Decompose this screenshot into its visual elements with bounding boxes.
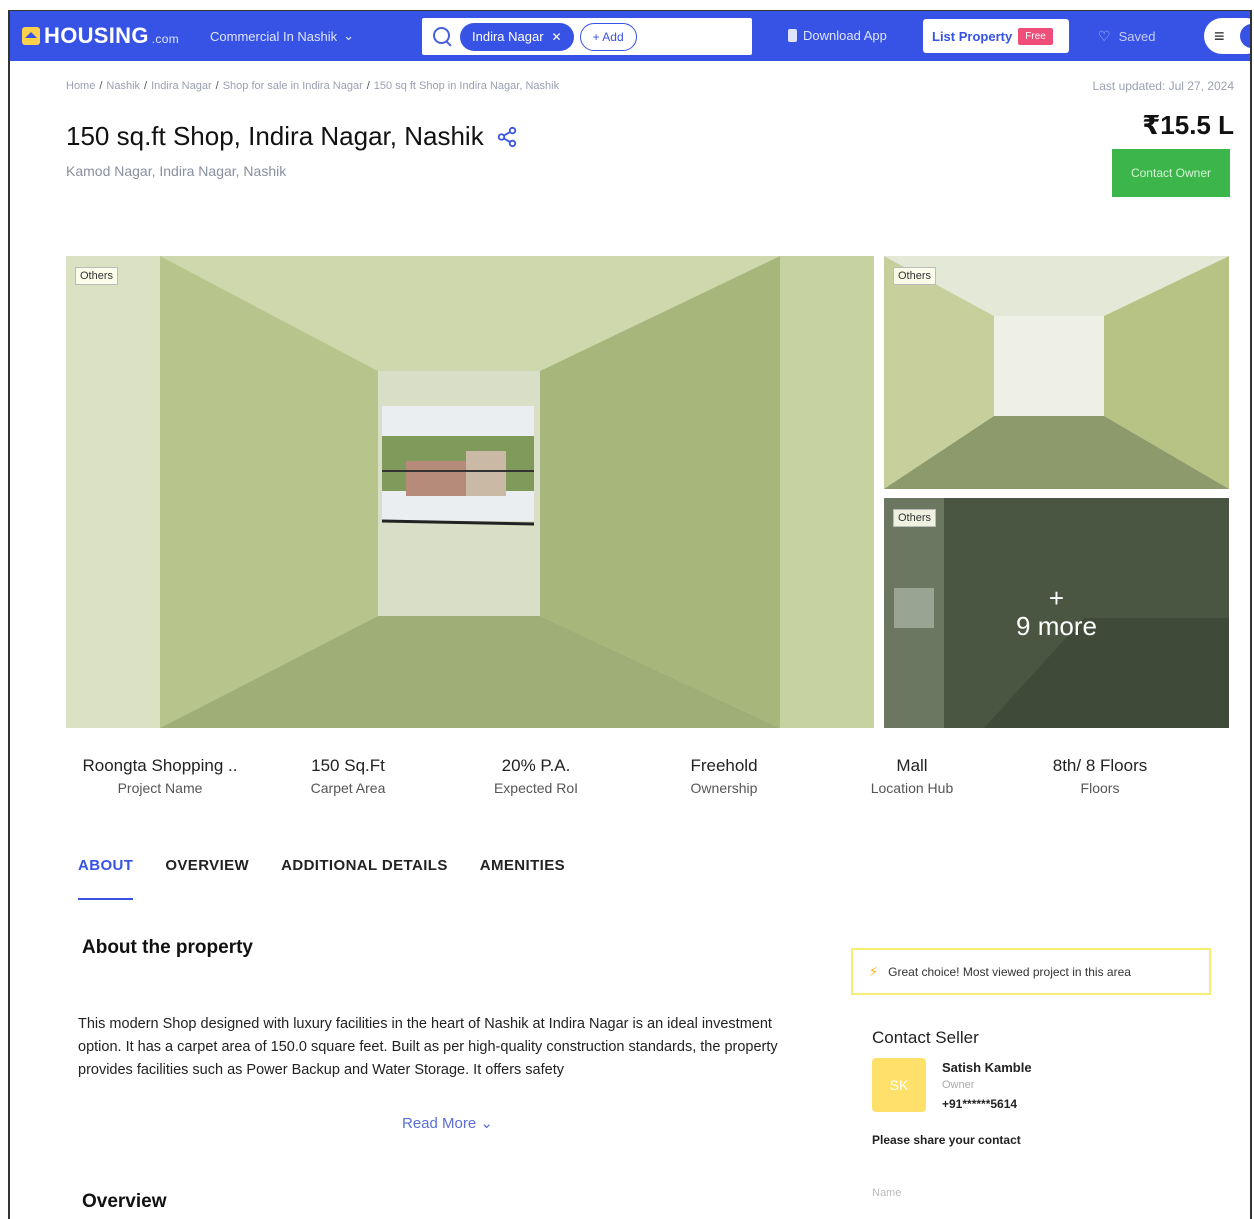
about-description: This modern Shop designed with luxury fa… xyxy=(78,1016,778,1078)
listing-title: 150 sq.ft Shop, Indira Nagar, Nashik xyxy=(66,121,484,151)
about-heading: About the property xyxy=(82,937,253,958)
breadcrumb-city[interactable]: Nashik xyxy=(106,80,140,92)
tab-about[interactable]: ABOUT xyxy=(78,857,134,900)
seller-phone[interactable]: +91******5614 xyxy=(942,1097,1017,1111)
breadcrumb-category[interactable]: Shop for sale in Indira Nagar xyxy=(223,80,363,92)
list-property-button[interactable]: List Property Free xyxy=(923,19,1069,53)
breadcrumb-home[interactable]: Home xyxy=(66,80,95,92)
avatar: SK xyxy=(872,1058,926,1112)
empty-room-photo xyxy=(884,256,1229,489)
stat-value: Mall xyxy=(896,756,928,775)
gallery-thumbnail-1[interactable]: Others xyxy=(884,256,1229,489)
breadcrumb-locality[interactable]: Indira Nagar xyxy=(151,80,212,92)
free-badge: Free xyxy=(1018,27,1053,45)
location-chip-label: Indira Nagar xyxy=(472,29,544,44)
contact-seller-title: Contact Seller xyxy=(872,1028,979,1047)
seller-name: Satish Kamble xyxy=(942,1060,1032,1075)
page-title: 150 sq.ft Shop, Indira Nagar, Nashik xyxy=(66,121,518,152)
city-category-dropdown[interactable]: Commercial In Nashik ⌄ xyxy=(210,28,354,44)
gallery-thumbnail-more[interactable]: Others + 9 more xyxy=(884,498,1229,728)
stat-label: Floors xyxy=(1080,780,1120,796)
stat-label: Expected RoI xyxy=(493,780,579,796)
logo-suffix: .com xyxy=(151,32,179,46)
stat-value: 150 Sq.Ft xyxy=(311,756,385,775)
breadcrumb-current: 150 sq ft Shop in Indira Nagar, Nashik xyxy=(373,80,560,92)
section-tabs: ABOUT OVERVIEW ADDITIONAL DETAILS AMENIT… xyxy=(78,857,565,900)
phone-icon xyxy=(788,29,797,42)
last-updated: Last updated: Jul 27, 2024 xyxy=(1092,79,1234,93)
listing-address: Kamod Nagar, Indira Nagar, Nashik xyxy=(66,163,287,179)
breadcrumb-separator: / xyxy=(366,80,370,92)
city-category-label: Commercial In Nashik xyxy=(210,28,338,44)
stat-project-name: Roongta Shopping .. Project Name xyxy=(66,756,254,796)
gallery-main-photo[interactable]: Others xyxy=(66,256,874,728)
stat-expected-roi: 20% P.A. Expected RoI xyxy=(442,756,630,796)
tab-overview[interactable]: OVERVIEW xyxy=(165,857,249,900)
property-highlights: Roongta Shopping .. Project Name 150 Sq.… xyxy=(66,756,1246,796)
more-photos-count: 9 more xyxy=(1016,610,1097,641)
list-property-label: List Property xyxy=(932,28,1013,44)
photo-category-tag: Others xyxy=(893,267,937,285)
stat-carpet-area: 150 Sq.Ft Carpet Area xyxy=(254,756,442,796)
breadcrumb-separator: / xyxy=(99,80,103,92)
contact-owner-button[interactable]: Contact Owner xyxy=(1112,149,1230,197)
share-icon[interactable] xyxy=(496,126,518,148)
stat-floors: 8th/ 8 Floors Floors xyxy=(1006,756,1194,796)
stat-label: Ownership xyxy=(690,780,758,796)
stat-location-hub: Mall Location Hub xyxy=(818,756,1006,796)
more-photos-overlay[interactable]: + 9 more xyxy=(884,498,1229,728)
housing-logo[interactable]: HOUSING .com xyxy=(22,23,179,49)
stat-ownership: Freehold Ownership xyxy=(630,756,818,796)
share-contact-prompt: Please share your contact xyxy=(872,1133,1021,1147)
saved-label: Saved xyxy=(1118,29,1156,44)
download-app-link[interactable]: Download App xyxy=(788,28,887,43)
listing-price: ₹15.5 L xyxy=(1142,110,1234,140)
add-location-button[interactable]: + Add xyxy=(579,22,637,51)
plus-icon: + xyxy=(1048,582,1065,613)
search-bar[interactable]: Indira Nagar ✕ + Add xyxy=(422,18,752,55)
overview-heading: Overview xyxy=(82,1191,167,1212)
highlight-text: Great choice! Most viewed project in thi… xyxy=(888,964,1131,979)
stat-label: Location Hub xyxy=(870,780,954,796)
seller-role: Owner xyxy=(942,1079,975,1091)
stat-value: Freehold xyxy=(690,756,758,775)
tab-additional-details[interactable]: ADDITIONAL DETAILS xyxy=(281,857,448,900)
photo-category-tag: Others xyxy=(75,267,119,285)
location-chip[interactable]: Indira Nagar ✕ xyxy=(460,22,574,51)
chevron-down-icon: ⌄ xyxy=(343,28,355,43)
tab-amenities[interactable]: AMENITIES xyxy=(480,857,565,900)
stat-label: Project Name xyxy=(117,780,203,796)
house-logo-icon xyxy=(22,27,40,45)
stat-value[interactable]: Roongta Shopping .. xyxy=(66,756,254,776)
breadcrumb-separator: / xyxy=(215,80,219,92)
highlight-banner: ⚡ Great choice! Most viewed project in t… xyxy=(851,948,1211,995)
lightning-icon: ⚡ xyxy=(869,963,879,979)
breadcrumb-separator: / xyxy=(144,80,148,92)
stat-label: Carpet Area xyxy=(310,780,386,796)
search-icon[interactable] xyxy=(432,26,454,48)
hamburger-menu-icon: ≡ xyxy=(1214,25,1225,46)
name-input[interactable] xyxy=(872,1179,1202,1207)
top-navigation-bar: HOUSING .com Commercial In Nashik ⌄ Indi… xyxy=(10,11,1250,61)
saved-link[interactable]: ♡ Saved xyxy=(1098,28,1155,45)
corridor-photo xyxy=(66,256,874,728)
download-app-label: Download App xyxy=(803,28,887,43)
stat-value: 8th/ 8 Floors xyxy=(1052,756,1148,775)
stat-value: 20% P.A. xyxy=(501,756,571,775)
breadcrumb: Home / Nashik / Indira Nagar / Shop for sal… xyxy=(66,80,559,92)
avatar xyxy=(1240,24,1250,48)
close-icon[interactable]: ✕ xyxy=(552,30,562,44)
menu-button[interactable]: ≡ xyxy=(1204,18,1250,54)
heart-icon: ♡ xyxy=(1098,28,1111,44)
logo-text: HOUSING xyxy=(44,23,149,48)
page-frame: HOUSING .com Commercial In Nashik ⌄ Indi… xyxy=(8,10,1252,1219)
read-more-link[interactable]: Read More ⌄ xyxy=(402,1114,493,1132)
